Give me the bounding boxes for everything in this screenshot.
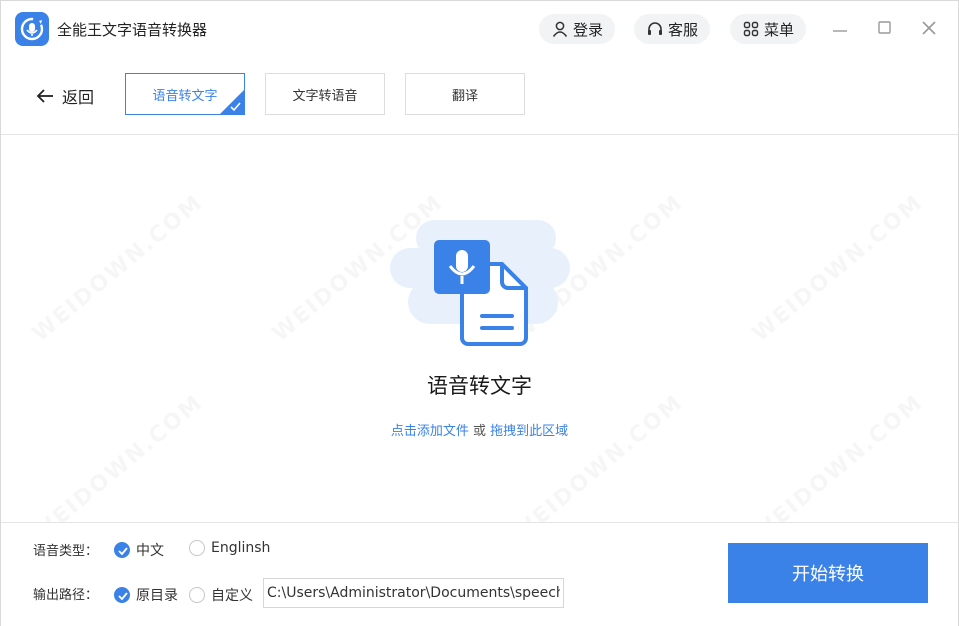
login-label: 登录 bbox=[573, 20, 604, 39]
drop-zone-title: 语音转文字 bbox=[427, 374, 532, 398]
drop-zone-hint: 点击添加文件 或 拖拽到此区域 bbox=[1, 420, 958, 439]
tab-label: 语音转文字 bbox=[152, 88, 218, 104]
output-path-label: 输出路径： bbox=[33, 588, 99, 603]
drag-here-link[interactable]: 拖拽到此区域 bbox=[490, 424, 568, 439]
maximize-icon[interactable] bbox=[876, 19, 894, 37]
app-title: 全能王文字语音转换器 bbox=[57, 21, 208, 39]
menu-label: 菜单 bbox=[764, 20, 795, 39]
watermark-text: WEIDOWN.COM bbox=[28, 190, 208, 347]
back-button[interactable]: 返回 bbox=[36, 84, 94, 108]
login-button[interactable]: 登录 bbox=[539, 14, 615, 44]
radio-original-dir[interactable]: 原目录 bbox=[114, 585, 178, 605]
check-corner-icon bbox=[220, 90, 244, 114]
mode-toolbar: 返回 语音转文字 文字转语音 翻译 bbox=[1, 57, 958, 135]
radio-label: 原目录 bbox=[136, 588, 178, 604]
check-icon bbox=[118, 547, 128, 556]
language-type-label: 语音类型： bbox=[33, 544, 99, 559]
tab-label: 文字转语音 bbox=[292, 88, 358, 104]
close-icon[interactable] bbox=[920, 19, 938, 37]
start-convert-button[interactable]: 开始转换 bbox=[728, 543, 928, 603]
back-arrow-icon bbox=[36, 89, 53, 103]
settings-panel: 语音类型： 中文 Englinsh 输出路径： 原目录 自定义 开始转换 bbox=[1, 522, 958, 626]
title-bar: 全能王文字语音转换器 登录 客服 菜单 bbox=[1, 1, 958, 57]
tab-translate[interactable]: 翻译 bbox=[405, 73, 525, 115]
radio-english[interactable]: Englinsh bbox=[189, 540, 270, 556]
menu-button[interactable]: 菜单 bbox=[730, 14, 806, 44]
speech-to-text-illustration bbox=[390, 220, 570, 346]
file-drop-zone[interactable]: WEIDOWN.COM WEIDOWN.COM WEIDOWN.COM WEID… bbox=[1, 136, 958, 522]
tab-speech-to-text[interactable]: 语音转文字 bbox=[125, 73, 245, 115]
radio-label: 自定义 bbox=[211, 588, 253, 604]
check-icon bbox=[118, 592, 128, 601]
user-icon bbox=[552, 21, 568, 37]
headset-icon bbox=[648, 22, 662, 35]
minimize-icon[interactable] bbox=[831, 19, 849, 37]
radio-chinese[interactable]: 中文 bbox=[114, 540, 164, 560]
radio-custom-dir[interactable]: 自定义 bbox=[189, 585, 253, 605]
app-window: 全能王文字语音转换器 登录 客服 菜单 返回 语音转文字 文字转语音 翻译 语音… bbox=[0, 0, 959, 626]
radio-label: 中文 bbox=[136, 543, 164, 559]
app-logo-icon bbox=[15, 12, 49, 46]
tab-text-to-speech[interactable]: 文字转语音 bbox=[265, 73, 385, 115]
tab-label: 翻译 bbox=[451, 88, 478, 104]
service-label: 客服 bbox=[668, 20, 699, 39]
add-file-link[interactable]: 点击添加文件 bbox=[391, 424, 469, 439]
customer-service-button[interactable]: 客服 bbox=[634, 14, 710, 44]
back-label: 返回 bbox=[62, 88, 95, 107]
grid-icon bbox=[743, 21, 759, 37]
radio-label: Englinsh bbox=[211, 540, 271, 556]
watermark-text: WEIDOWN.COM bbox=[748, 190, 928, 347]
output-path-field[interactable] bbox=[263, 578, 564, 608]
microphone-icon bbox=[434, 240, 490, 294]
hint-or-text: 或 bbox=[468, 424, 491, 439]
